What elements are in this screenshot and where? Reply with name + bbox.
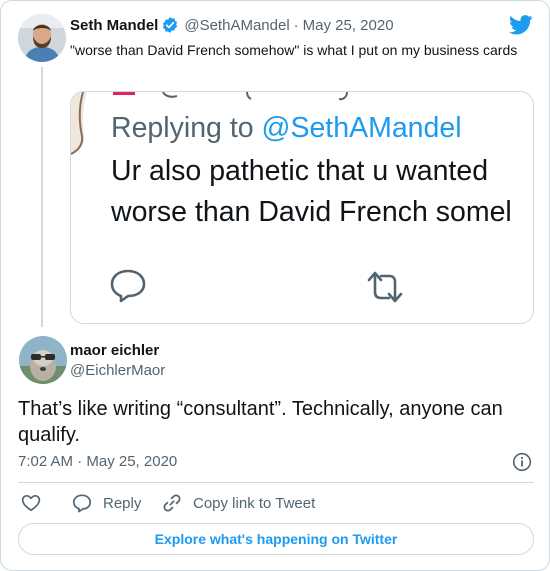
- comment-icon: [110, 269, 146, 303]
- reply-author-avatar[interactable]: [19, 336, 67, 384]
- reply-tweet-timestamp[interactable]: 7:02 AM · May 25, 2020: [18, 453, 177, 470]
- tweet-embed-card: Seth Mandel @SethAMandel · May 25, 2020 …: [0, 0, 550, 571]
- info-icon[interactable]: [512, 452, 532, 472]
- media-text-line-1: Ur also pathetic that u wanted: [111, 155, 489, 187]
- actions-divider: [18, 482, 534, 483]
- link-icon: [163, 494, 181, 512]
- media-text-line-2: worse than David French somel: [111, 196, 512, 228]
- twitter-bird-icon[interactable]: [509, 15, 533, 35]
- reply-button[interactable]: Reply: [72, 493, 141, 513]
- like-button[interactable]: [21, 493, 41, 513]
- reply-author-name[interactable]: maor eichler: [70, 342, 159, 359]
- reply-tweet-text: That’s like writing “consultant”. Techni…: [18, 398, 503, 446]
- header-separator: ·: [293, 16, 299, 34]
- retweet-icon: [367, 271, 403, 303]
- tweet-media-image[interactable]: Replying to @SethAMandel Ur also patheti…: [70, 91, 534, 324]
- parent-author-name[interactable]: Seth Mandel: [70, 17, 158, 34]
- reply-label: Reply: [103, 494, 142, 512]
- copy-link-label: Copy link to Tweet: [193, 494, 316, 512]
- tweet-action-bar: Reply Copy link to Tweet: [1, 490, 549, 516]
- reply-author-handle[interactable]: @EichlerMaor: [70, 362, 165, 379]
- heart-icon: [21, 494, 41, 512]
- media-replying-line: Replying to @SethAMandel: [111, 112, 462, 145]
- copy-link-button[interactable]: Copy link to Tweet: [162, 493, 315, 513]
- parent-tweet-text: "worse than David French somehow" is wha…: [70, 42, 518, 58]
- parent-tweet-date[interactable]: May 25, 2020: [303, 17, 394, 34]
- parent-author-avatar[interactable]: [18, 14, 66, 62]
- parent-author-handle[interactable]: @SethAMandel: [184, 17, 289, 34]
- explore-twitter-button[interactable]: Explore what's happening on Twitter: [18, 523, 534, 555]
- thread-connector-line: [41, 67, 43, 327]
- parent-tweet-header: Seth Mandel @SethAMandel · May 25, 2020: [70, 16, 394, 34]
- media-replying-handle: @SethAMandel: [261, 112, 462, 144]
- reply-icon: [72, 494, 92, 513]
- verified-badge-icon: [163, 17, 178, 33]
- media-replying-prefix: Replying to: [111, 112, 254, 144]
